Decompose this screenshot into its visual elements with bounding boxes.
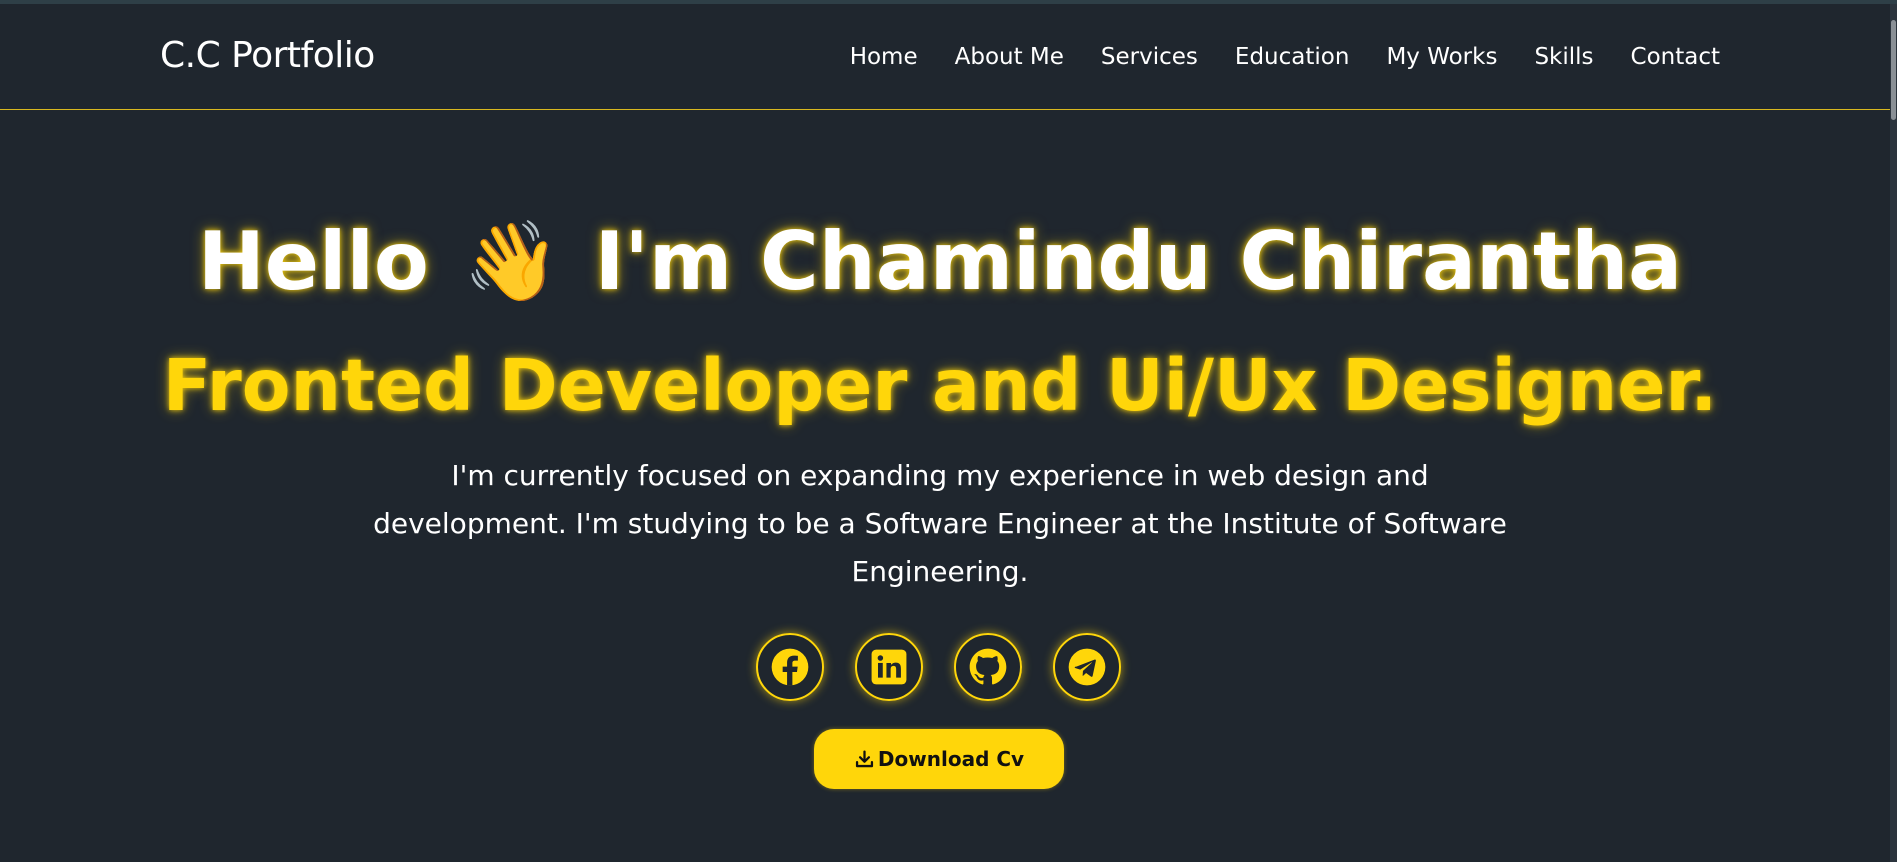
- brand-logo[interactable]: C.C Portfolio: [160, 34, 375, 78]
- nav-link-my-works[interactable]: My Works: [1386, 42, 1497, 72]
- linkedin-link[interactable]: [855, 633, 923, 701]
- nav-links: Home About Me Services Education My Work…: [850, 42, 1720, 72]
- nav-link-education[interactable]: Education: [1235, 42, 1350, 72]
- telegram-link[interactable]: [1053, 633, 1121, 701]
- download-icon: [855, 749, 873, 767]
- nav-link-contact[interactable]: Contact: [1631, 42, 1720, 72]
- scrollbar-thumb[interactable]: [1891, 20, 1896, 120]
- download-cv-button[interactable]: Download Cv: [814, 729, 1064, 789]
- nav-link-services[interactable]: Services: [1101, 42, 1198, 72]
- page-scrollbar[interactable]: [1890, 4, 1897, 862]
- hero-description: I'm currently focused on expanding my ex…: [370, 452, 1510, 596]
- hero-description-line: Engineering.: [851, 555, 1029, 588]
- hero-name: I'm Chamindu Chirantha: [594, 215, 1683, 308]
- github-link[interactable]: [954, 633, 1022, 701]
- download-cv-label: Download Cv: [877, 747, 1025, 771]
- nav-link-skills[interactable]: Skills: [1534, 42, 1593, 72]
- social-links: [756, 633, 1121, 701]
- hero-description-line: I'm currently focused on expanding my ex…: [451, 459, 1429, 492]
- navbar: C.C Portfolio Home About Me Services Edu…: [0, 4, 1890, 110]
- waving-hand-icon: 👋: [463, 217, 561, 307]
- hero-description-line: development. I'm studying to be a Softwa…: [373, 507, 1507, 540]
- facebook-icon: [771, 648, 809, 686]
- nav-link-about-me[interactable]: About Me: [955, 42, 1064, 72]
- github-icon: [969, 648, 1007, 685]
- telegram-icon: [1068, 648, 1106, 686]
- nav-link-home[interactable]: Home: [850, 42, 918, 72]
- hero-greeting: Hello: [197, 215, 429, 308]
- linkedin-icon: [871, 649, 907, 685]
- hero-subtitle: Fronted Developer and Ui/Ux Designer.: [162, 344, 1718, 427]
- hero-title: Hello 👋 I'm Chamindu Chirantha: [0, 212, 1880, 312]
- facebook-link[interactable]: [756, 633, 824, 701]
